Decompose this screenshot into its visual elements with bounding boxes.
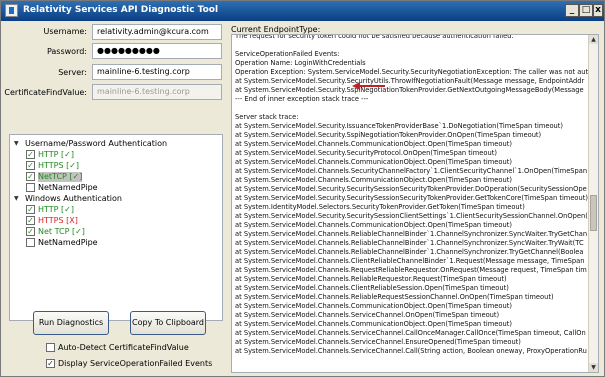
auto-detect-label: Auto-Detect CertificateFindValue (58, 343, 189, 352)
log-line: at System.ServiceModel.Channels.ServiceC… (235, 347, 587, 355)
tree-item-http[interactable]: ✓ HTTP [✓] (26, 150, 206, 160)
log-line: Server stack trace: (235, 113, 299, 121)
vertical-scrollbar[interactable]: ▲ ▼ (588, 35, 598, 372)
red-arrow-icon (352, 82, 385, 90)
log-line: at System.ServiceModel.Security.Security… (235, 149, 497, 157)
tree-item-label: NetNamedPipe (38, 238, 98, 247)
checkbox-icon[interactable] (26, 238, 35, 247)
checkbox-icon[interactable]: ✓ (26, 161, 35, 170)
log-line: at System.ServiceModel.Channels.ServiceC… (235, 311, 500, 319)
checkbox-icon[interactable]: ✓ (26, 216, 35, 225)
scroll-up-arrow-icon[interactable]: ▲ (589, 35, 598, 44)
log-line: at System.ServiceModel.Channels.Communic… (235, 320, 512, 328)
checkbox-icon[interactable]: ✓ (46, 359, 55, 368)
tree-item-label: NetNamedPipe (38, 183, 98, 192)
checkbox-icon[interactable]: ✓ (26, 150, 35, 159)
output-log[interactable]: The request for security token could not… (231, 34, 599, 373)
tree-item-label: Net TCP [✓] (38, 227, 85, 236)
settings-panel: Username: relativity.admin@kcura.com Pas… (3, 21, 225, 375)
log-line: at System.ServiceModel.Channels.Reliable… (235, 230, 588, 238)
auto-detect-option[interactable]: Auto-Detect CertificateFindValue (46, 343, 216, 353)
server-input[interactable]: mainline-6.testing.corp (92, 64, 222, 80)
log-line: Operation Exception: System.ServiceModel… (235, 68, 593, 76)
log-line: at System.ServiceModel.Channels.Reliable… (235, 293, 554, 301)
output-panel: Current EndpointType: The request for se… (227, 21, 604, 375)
tree-item-https[interactable]: ✓ HTTPS [✓] (26, 161, 206, 171)
password-input[interactable]: ●●●●●●●●● (92, 43, 222, 59)
log-line: at System.ServiceModel.Channels.ClientRe… (235, 257, 585, 265)
tree-item-label: HTTPS [X] (38, 216, 78, 225)
log-line: at System.ServiceModel.Security.Security… (235, 194, 588, 202)
username-input[interactable]: relativity.admin@kcura.com (92, 24, 222, 40)
maximize-button[interactable]: □ (579, 4, 593, 17)
tree-item-nettcp[interactable]: ✓ NetTCP [✓] (26, 172, 206, 182)
tree-group-label: Windows Authentication (25, 194, 122, 203)
checkbox-icon[interactable] (46, 343, 55, 352)
tree-group-label: Username/Password Authentication (25, 139, 168, 148)
tree-item-netnamedpipe[interactable]: NetNamedPipe (26, 183, 206, 193)
tree-item-netnamedpipe[interactable]: NetNamedPipe (26, 238, 206, 248)
log-line: --- End of inner exception stack trace -… (235, 95, 369, 103)
log-line: at System.ServiceModel.Security.Security… (235, 77, 585, 85)
log-line: at System.ServiceModel.Channels.Communic… (235, 140, 512, 148)
log-line: at System.ServiceModel.Channels.Communic… (235, 158, 512, 166)
log-line: at System.ServiceModel.Security.Security… (235, 212, 588, 220)
close-button[interactable]: x (593, 4, 603, 17)
collapse-arrow-icon[interactable]: ▼ (14, 140, 22, 148)
server-label: Server: (58, 68, 87, 77)
tree-item-label: HTTPS [✓] (38, 161, 80, 170)
tree-item-label: HTTP [✓] (38, 205, 74, 214)
tree-item-label: HTTP [✓] (38, 150, 74, 159)
tree-item-http[interactable]: ✓ HTTP [✓] (26, 205, 206, 215)
log-line: Operation Name: LoginWithCredentials (235, 59, 366, 67)
tree-group-windows-auth[interactable]: ▼ Windows Authentication (14, 194, 214, 204)
display-failed-events-option[interactable]: ✓ Display ServiceOperationFailed Events (46, 359, 221, 369)
collapse-arrow-icon[interactable]: ▼ (14, 195, 22, 203)
log-line: at System.ServiceModel.Channels.Reliable… (235, 239, 584, 247)
log-line: at System.ServiceModel.Channels.RequestR… (235, 266, 587, 274)
log-line: at System.ServiceModel.Channels.Security… (235, 167, 588, 175)
password-label: Password: (46, 47, 87, 56)
log-line: at System.ServiceModel.Channels.Reliable… (235, 248, 584, 256)
scroll-down-arrow-icon[interactable]: ▼ (589, 363, 598, 372)
window-title: Relativity Services API Diagnostic Tool (23, 5, 219, 15)
log-line: at System.ServiceModel.Security.Issuance… (235, 122, 564, 130)
tree-item-label: NetTCP [✓] (38, 172, 83, 182)
log-line: The request for security token could not… (235, 34, 514, 40)
app-icon (5, 4, 18, 17)
display-failed-events-label: Display ServiceOperationFailed Events (58, 359, 213, 368)
endpoint-tree[interactable]: ▼ Username/Password Authentication ✓ HTT… (9, 134, 223, 321)
username-label: Username: (43, 27, 87, 36)
tree-item-https[interactable]: ✓ HTTPS [X] (26, 216, 206, 226)
log-line: at System.ServiceModel.Security.SspiNego… (235, 86, 584, 94)
title-bar[interactable]: Relativity Services API Diagnostic Tool … (1, 1, 604, 21)
tree-item-net-tcp[interactable]: ✓ Net TCP [✓] (26, 227, 206, 237)
run-diagnostics-button[interactable]: Run Diagnostics (33, 311, 109, 335)
checkbox-icon[interactable]: ✓ (26, 205, 35, 214)
tree-group-username-password[interactable]: ▼ Username/Password Authentication (14, 139, 214, 149)
copy-to-clipboard-button[interactable]: Copy To Clipboard (130, 311, 206, 335)
current-endpoint-label: Current EndpointType: (231, 25, 321, 34)
log-line: at System.ServiceModel.Channels.ClientRe… (235, 284, 509, 292)
checkbox-icon[interactable] (26, 183, 35, 192)
log-line: at System.ServiceModel.Channels.Communic… (235, 176, 512, 184)
checkbox-icon[interactable]: ✓ (26, 227, 35, 236)
certificate-find-value-label: CertificateFindValue: (4, 88, 87, 97)
log-line: at System.IdentityModel.Selectors.Securi… (235, 203, 525, 211)
log-line: ServiceOperationFailed Events: (235, 50, 340, 58)
certificate-find-value-input[interactable]: mainline-6.testing.corp (92, 84, 222, 100)
log-line: at System.ServiceModel.Channels.ServiceC… (235, 338, 521, 346)
log-line: at System.ServiceModel.Channels.Reliable… (235, 275, 507, 283)
log-line: at System.ServiceModel.Channels.Communic… (235, 302, 512, 310)
log-line: at System.ServiceModel.Security.SspiNego… (235, 131, 542, 139)
scroll-thumb[interactable] (590, 195, 597, 231)
log-line: at System.ServiceModel.Security.Security… (235, 185, 587, 193)
log-line: at System.ServiceModel.Channels.Communic… (235, 221, 512, 229)
minimize-button[interactable]: _ (565, 4, 579, 17)
checkbox-icon[interactable]: ✓ (26, 172, 35, 181)
log-line: at System.ServiceModel.Channels.ServiceC… (235, 329, 586, 337)
app-window: Relativity Services API Diagnostic Tool … (0, 0, 605, 377)
